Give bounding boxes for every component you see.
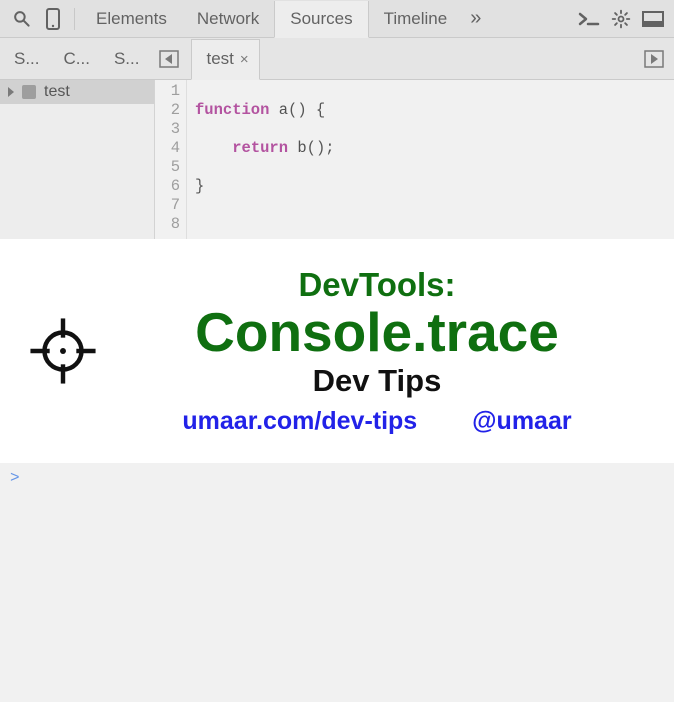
- title-card-text: DevTools: Console.trace Dev Tips umaar.c…: [120, 266, 674, 436]
- line-number: 6: [155, 177, 180, 196]
- links-row: umaar.com/dev-tips @umaar: [120, 407, 634, 436]
- prompt-marker: >: [10, 469, 20, 487]
- line-number: 2: [155, 101, 180, 120]
- mini-tab-2[interactable]: C...: [56, 49, 98, 69]
- tab-timeline[interactable]: Timeline: [369, 0, 463, 37]
- gear-icon[interactable]: [606, 4, 636, 34]
- file-tab-label: test: [206, 49, 233, 69]
- line-number: 7: [155, 196, 180, 215]
- nav-back-icon[interactable]: [155, 47, 183, 71]
- title-card: DevTools: Console.trace Dev Tips umaar.c…: [0, 239, 674, 463]
- folder-icon: [22, 85, 36, 99]
- line-number: 3: [155, 120, 180, 139]
- tabs-overflow-button[interactable]: »: [462, 7, 489, 30]
- console-output[interactable]: >: [0, 461, 674, 705]
- file-tab-test[interactable]: test ×: [191, 39, 259, 80]
- mini-tab-1[interactable]: S...: [6, 49, 48, 69]
- line-number: 1: [155, 82, 180, 101]
- devtools-toolbar: Elements Network Sources Timeline »: [0, 0, 674, 38]
- device-icon[interactable]: [38, 4, 68, 34]
- site-link[interactable]: umaar.com/dev-tips: [158, 407, 441, 436]
- line-number: 5: [155, 158, 180, 177]
- close-icon[interactable]: ×: [240, 51, 249, 68]
- line-number: 8: [155, 215, 180, 234]
- subtitle: Dev Tips: [120, 363, 634, 399]
- supertitle: DevTools:: [120, 266, 634, 304]
- tree-label: test: [44, 83, 70, 101]
- sources-sub-toolbar: S... C... S... test ×: [0, 38, 674, 80]
- nav-forward-icon[interactable]: [640, 47, 668, 71]
- twitter-handle[interactable]: @umaar: [448, 407, 595, 436]
- tab-network[interactable]: Network: [182, 0, 274, 37]
- console-prompt[interactable]: >: [0, 461, 674, 495]
- separator: [74, 8, 75, 30]
- crosshair-icon: [26, 314, 100, 388]
- tab-sources[interactable]: Sources: [274, 1, 368, 38]
- search-icon[interactable]: [6, 4, 36, 34]
- tree-item-root[interactable]: test: [0, 80, 154, 104]
- mini-tab-3[interactable]: S...: [106, 49, 148, 69]
- dock-icon[interactable]: [638, 4, 668, 34]
- panel-tabs: Elements Network Sources Timeline »: [81, 0, 489, 37]
- tab-elements[interactable]: Elements: [81, 0, 182, 37]
- console-toggle-icon[interactable]: [574, 4, 604, 34]
- line-number: 4: [155, 139, 180, 158]
- main-title: Console.trace: [120, 304, 634, 361]
- chevron-right-icon: [8, 87, 14, 97]
